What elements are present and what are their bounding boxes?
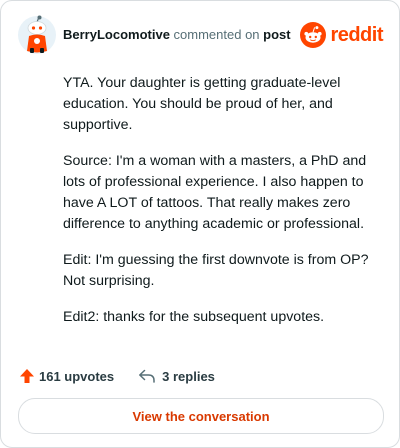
- comment-paragraph: YTA. Your daughter is getting graduate-l…: [63, 75, 341, 133]
- upvotes[interactable]: 161 upvotes: [19, 368, 114, 384]
- comment-footer: 161 upvotes 3 replies: [19, 365, 215, 387]
- comment-paragraph: Source: I'm a woman with a masters, a Ph…: [63, 153, 367, 232]
- reddit-logo[interactable]: reddit: [300, 21, 383, 49]
- comment-byline: BerryLocomotive commented on post: [63, 27, 291, 42]
- comment-paragraph: Edit2: thanks for the subsequent upvotes…: [63, 309, 325, 325]
- reddit-logo-icon: [300, 22, 327, 48]
- author-username[interactable]: BerryLocomotive: [63, 27, 170, 42]
- reply-arrow-icon: [139, 369, 155, 383]
- action-text: commented on: [173, 27, 260, 42]
- comment-embed-card: BerryLocomotive commented on post reddit…: [0, 0, 400, 448]
- upvotes-count: 161 upvotes: [39, 368, 115, 384]
- comment-paragraph: Edit: I'm guessing the first downvote is…: [63, 252, 369, 289]
- snoo-avatar-icon[interactable]: [17, 15, 57, 55]
- replies-count: 3 replies: [162, 368, 215, 384]
- comment-header: BerryLocomotive commented on post reddit: [17, 15, 383, 55]
- reddit-wordmark: reddit: [330, 23, 383, 46]
- post-link[interactable]: post: [263, 27, 290, 42]
- upvote-arrow-icon: [20, 369, 34, 383]
- view-conversation-button[interactable]: View the conversation: [18, 398, 384, 434]
- comment-body: YTA. Your daughter is getting graduate-l…: [63, 73, 385, 343]
- replies[interactable]: 3 replies: [138, 368, 215, 384]
